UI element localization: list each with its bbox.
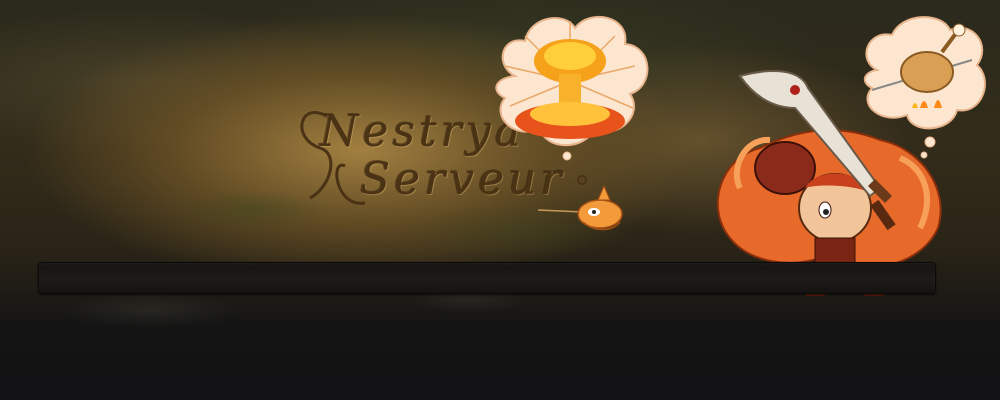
nav-bar[interactable] — [38, 262, 936, 294]
mushroom-cloud-explosion-icon — [495, 15, 649, 161]
header-banner: Nestrya Serveur — [0, 0, 1000, 400]
orange-bird-creature — [538, 184, 623, 231]
